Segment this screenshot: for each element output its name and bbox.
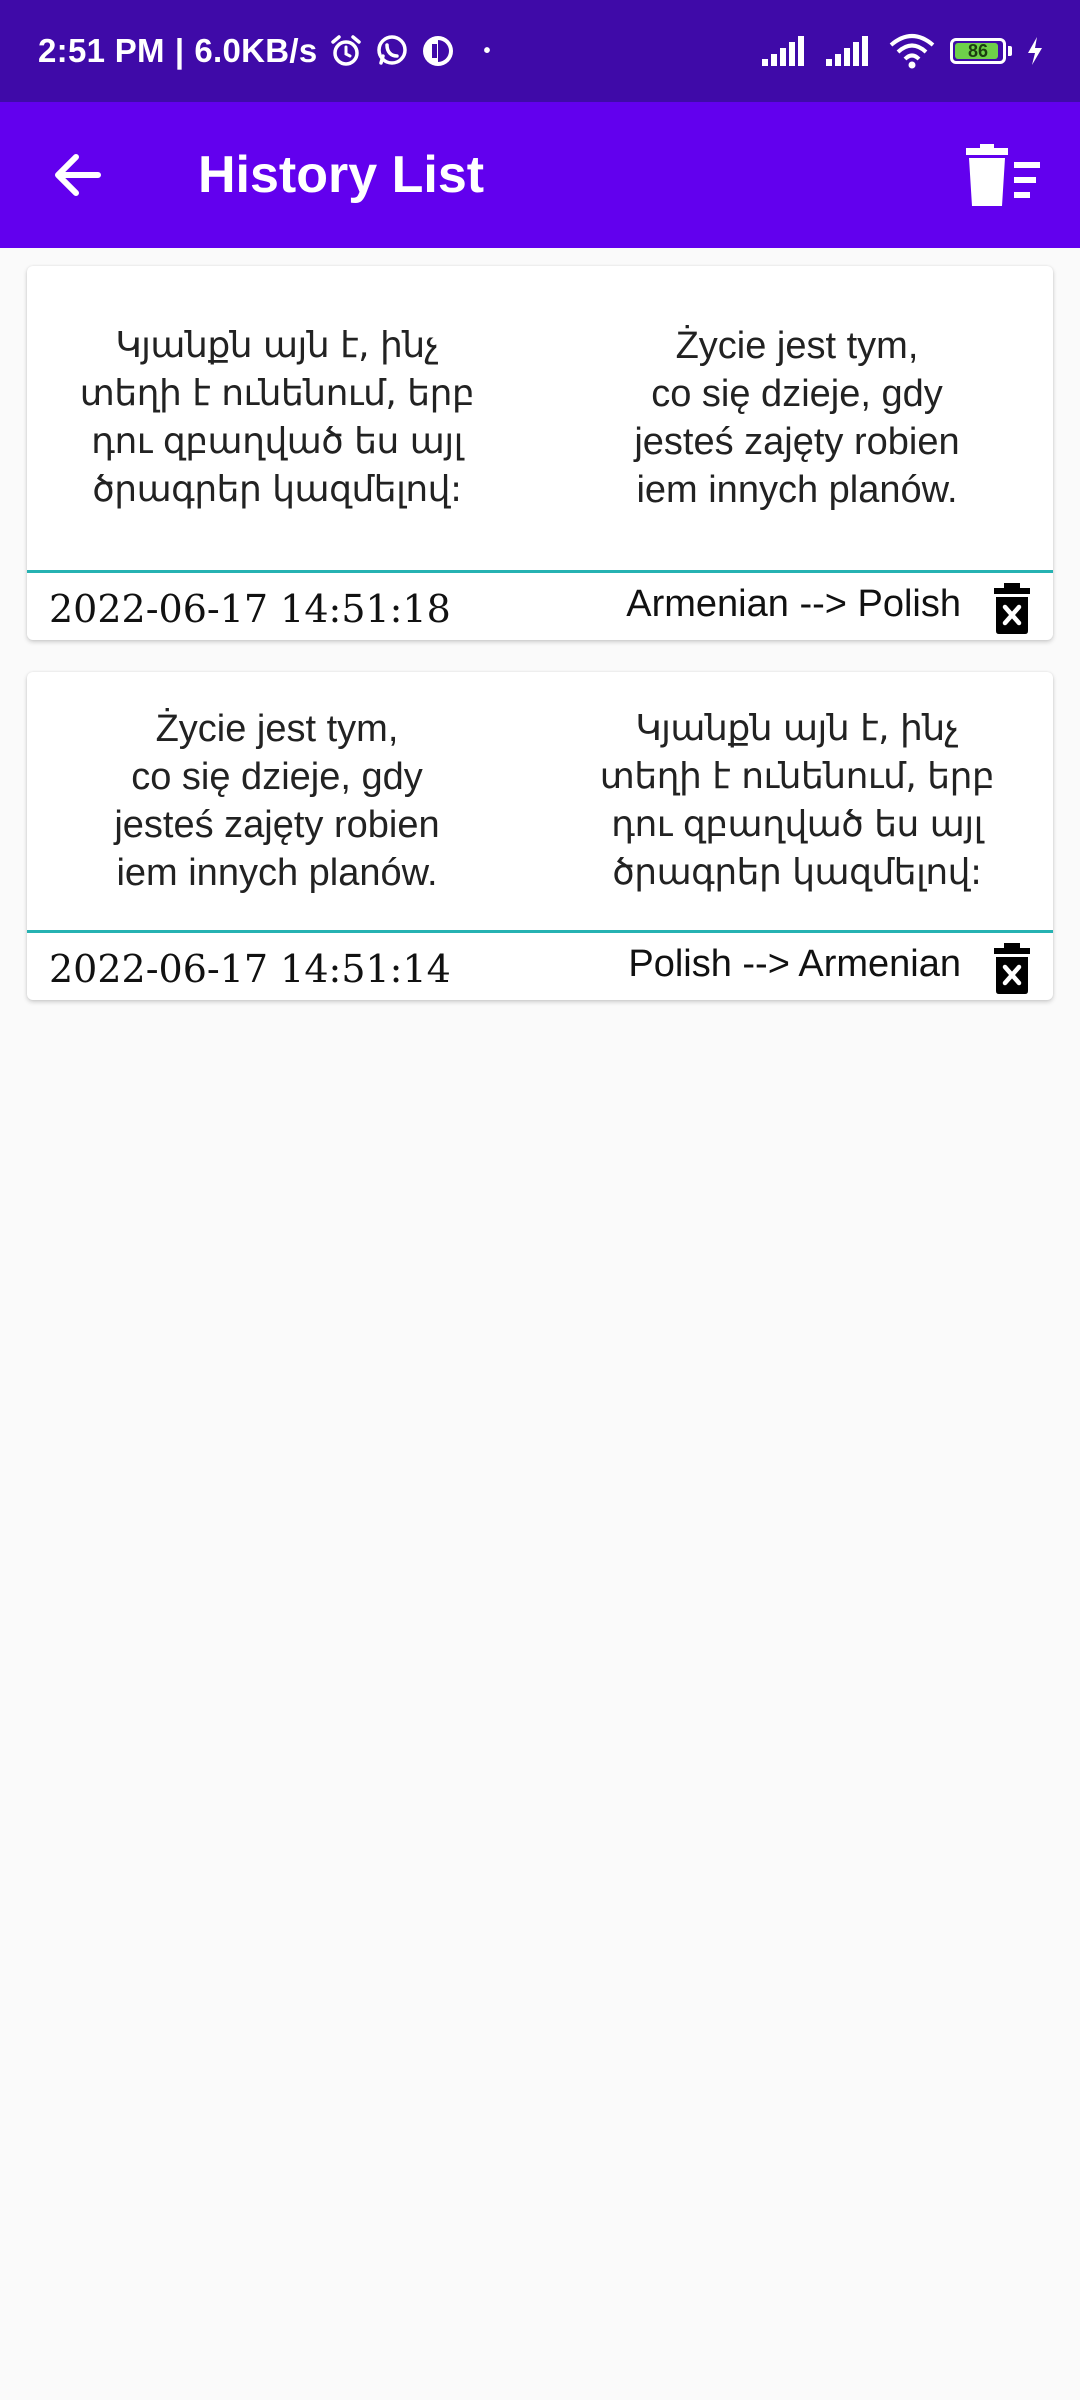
charging-icon [1028,37,1042,65]
app-bar: History List [0,102,1080,248]
alarm-icon [330,35,361,66]
history-card: Życie jest tym, co się dzieje, gdy jeste… [27,672,1053,1000]
source-text-column: Կյանքն այն է, ինչ տեղի է ունենում, երբ դ… [37,266,517,570]
signal-icon [762,36,804,66]
source-text: Կյանքն այն է, ինչ տեղի է ունենում, երբ դ… [79,325,475,510]
timestamp: 2022-06-17 14:51:18 [49,587,451,631]
source-text-column: Życie jest tym, co się dzieje, gdy jeste… [37,672,517,930]
status-left: 2:51 PM | 6.0KB/s • [38,0,491,102]
history-card-body: Życie jest tym, co się dzieje, gdy jeste… [27,672,1053,930]
target-text-column: Կյանքն այն է, ինչ տեղի է ունենում, երբ դ… [557,672,1037,930]
battery-icon: 86 [950,38,1006,64]
battery-cap [1008,46,1012,56]
page-title: History List [198,146,485,204]
status-time: 2:51 PM [38,32,165,69]
wifi-icon [889,34,935,69]
history-card-footer: 2022-06-17 14:51:14 Polish --> Armenian [27,933,1053,1000]
language-direction: Armenian --> Polish [626,583,961,625]
status-net-speed: 6.0KB/s [194,32,318,69]
battery-indicator: 86 [950,38,1012,64]
target-text-column: Życie jest tym, co się dzieje, gdy jeste… [557,266,1037,570]
delete-item-icon[interactable] [991,943,1033,995]
signal-icon [826,36,868,66]
delete-sweep-icon[interactable] [962,144,1042,208]
history-card-body: Կյանքն այն է, ինչ տեղի է ունենում, երբ դ… [27,266,1053,570]
language-direction: Polish --> Armenian [628,943,961,985]
history-card: Կյանքն այն է, ինչ տեղի է ունենում, երբ դ… [27,266,1053,640]
whatsapp-icon [376,35,407,65]
delete-item-icon[interactable] [991,583,1033,635]
status-separator: | [174,32,185,69]
timestamp: 2022-06-17 14:51:14 [49,947,451,991]
battery-level: 86 [967,40,989,61]
arrow-back-icon[interactable] [48,147,108,203]
history-card-footer: 2022-06-17 14:51:18 Armenian --> Polish [27,573,1053,640]
app-notification-icon [422,36,453,66]
status-dot: • [483,39,491,62]
target-text: Կյանքն այն է, ինչ տեղի է ունենում, երբ դ… [599,708,995,893]
source-text: Życie jest tym, co się dzieje, gdy jeste… [114,708,440,894]
status-bar: 2:51 PM | 6.0KB/s • 86 [0,0,1080,102]
status-right: 86 [760,0,1044,102]
target-text: Życie jest tym, co się dzieje, gdy jeste… [634,325,960,511]
